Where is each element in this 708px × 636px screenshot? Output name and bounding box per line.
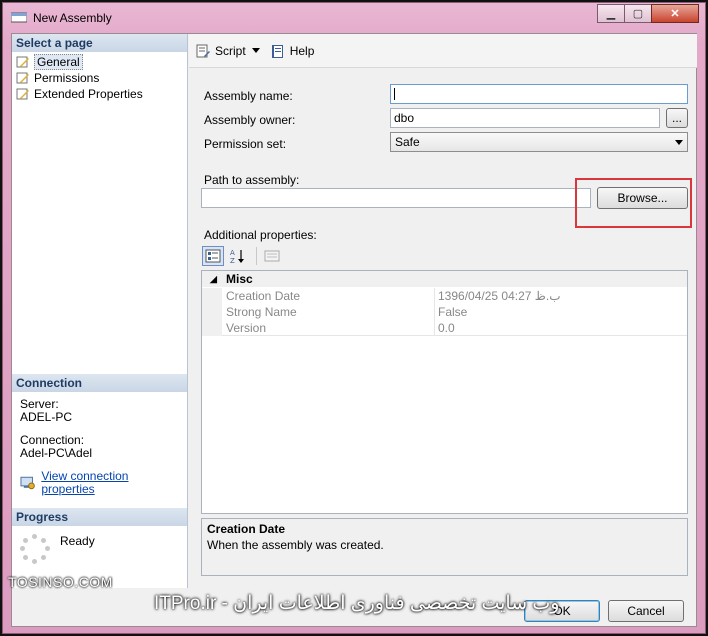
view-connection-properties-link[interactable]: View connection properties (41, 470, 179, 496)
connection-header: Connection (12, 374, 187, 392)
progress-section: Progress Ready (12, 508, 187, 572)
cancel-button[interactable]: Cancel (608, 600, 684, 622)
toolbar-divider (256, 247, 257, 265)
title-bar[interactable]: New Assembly ▁ ▢ ✕ (3, 3, 705, 33)
property-row[interactable]: Creation Date 1396/04/25 04:27 ب.ظ (202, 288, 687, 304)
app-icon (11, 12, 27, 23)
maximize-icon: ▢ (632, 8, 644, 20)
connection-section: Connection Server: ADEL-PC Connection: A… (12, 374, 187, 502)
property-pages-icon (264, 250, 280, 262)
minimize-button[interactable]: ▁ (597, 4, 625, 23)
close-button[interactable]: ✕ (651, 4, 699, 23)
minimize-icon: ▁ (606, 8, 616, 20)
assembly-name-input[interactable] (390, 84, 688, 104)
property-value: 0.0 (438, 321, 455, 335)
property-name: Creation Date (226, 289, 301, 303)
page-item-extended-properties[interactable]: Extended Properties (16, 86, 183, 102)
maximize-button[interactable]: ▢ (624, 4, 652, 23)
owner-browse-button[interactable]: ... (666, 108, 688, 128)
script-button[interactable]: Script (195, 43, 260, 59)
connection-properties-icon (20, 476, 35, 490)
categorized-view-button[interactable] (202, 246, 224, 266)
watermark-tosinso: TOSINSO.COM (8, 574, 113, 590)
page-label-general: General (34, 54, 83, 70)
svg-text:Z: Z (230, 257, 235, 264)
text-cursor (394, 88, 395, 100)
property-description-panel: Creation Date When the assembly was crea… (201, 518, 688, 576)
assembly-owner-input[interactable]: dbo (390, 108, 660, 128)
svg-text:A: A (230, 249, 235, 257)
permission-set-label: Permission set: (204, 137, 287, 151)
assembly-name-label: Assembly name: (204, 89, 293, 103)
path-to-assembly-input[interactable] (201, 188, 591, 208)
script-icon (196, 44, 210, 57)
window-controls: ▁ ▢ ✕ (597, 4, 699, 23)
property-row[interactable]: Version 0.0 (202, 320, 687, 336)
help-label: Help (289, 43, 315, 58)
select-page-header: Select a page (12, 34, 187, 52)
property-grid-toolbar: A Z (202, 246, 286, 266)
dialog-toolbar: Script Help (189, 34, 697, 68)
connection-value: Adel-PC\Adel (20, 446, 93, 460)
description-text: When the assembly was created. (207, 538, 384, 552)
watermark-itpro: ITPro.ir - وب سایت تخصصی فناوری اطلاعات … (154, 593, 560, 614)
property-value: 1396/04/25 04:27 ب.ظ (438, 289, 561, 303)
window-title: New Assembly (33, 11, 112, 25)
path-to-assembly-label: Path to assembly: (204, 173, 300, 187)
help-icon (271, 44, 283, 58)
script-label: Script (215, 43, 246, 58)
chevron-down-icon[interactable] (251, 48, 260, 53)
alphabetical-view-button[interactable]: A Z (227, 246, 249, 266)
dialog-client-area: Select a page General Permissions Extend… (11, 33, 697, 627)
help-button[interactable]: Help (270, 43, 315, 59)
permission-set-value: Safe (395, 135, 420, 149)
page-icon (16, 56, 29, 68)
new-assembly-window: New Assembly ▁ ▢ ✕ Select a page General… (2, 2, 706, 634)
page-label-permissions: Permissions (34, 71, 100, 85)
highlight-rectangle (575, 178, 692, 228)
description-title: Creation Date (207, 522, 286, 536)
property-value: False (438, 305, 468, 319)
category-row[interactable]: ◢ Misc (202, 271, 687, 287)
page-item-general[interactable]: General (16, 54, 183, 70)
page-icon (16, 72, 29, 84)
progress-status: Ready (60, 534, 95, 548)
property-name: Strong Name (226, 305, 297, 319)
progress-header: Progress (12, 508, 187, 526)
property-row[interactable]: Strong Name False (202, 304, 687, 320)
server-value: ADEL-PC (20, 410, 73, 424)
left-pane: Select a page General Permissions Extend… (12, 34, 188, 588)
assembly-owner-label: Assembly owner: (204, 113, 296, 127)
property-name: Version (226, 321, 267, 335)
page-icon (16, 88, 29, 100)
sort-az-icon: A Z (230, 249, 244, 264)
permission-set-select[interactable]: Safe (390, 132, 688, 152)
collapse-triangle-icon[interactable]: ◢ (210, 274, 217, 285)
page-list: General Permissions Extended Properties (12, 52, 187, 104)
chevron-down-icon (675, 140, 683, 145)
page-item-permissions[interactable]: Permissions (16, 70, 183, 86)
additional-properties-label: Additional properties: (204, 228, 317, 242)
close-icon: ✕ (670, 8, 680, 20)
property-pages-button[interactable] (261, 246, 283, 266)
progress-spinner-icon (20, 534, 50, 564)
property-grid: ◢ Misc Creation Date 1396/04/25 04:27 ب.… (201, 270, 688, 514)
page-label-extended-properties: Extended Properties (34, 87, 143, 101)
category-label: Misc (226, 272, 253, 286)
categorized-icon (205, 249, 221, 263)
